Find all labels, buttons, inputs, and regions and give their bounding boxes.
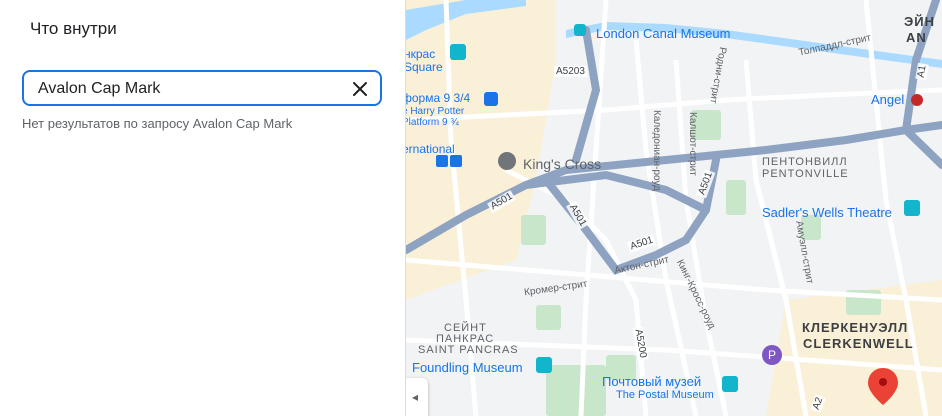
poi-square[interactable]: Square (406, 60, 443, 74)
district-clerkenwell-ru: КЛЕРКЕНУЭЛЛ (802, 320, 909, 335)
poi-foundling-museum[interactable]: Foundling Museum (412, 360, 523, 375)
district-st-pancras-en: SAINT PANCRAS (418, 344, 519, 356)
poi-national[interactable]: ernational (406, 142, 455, 156)
poi-kings-cross[interactable]: King's Cross (523, 156, 601, 172)
map-view[interactable]: London Canal Museum King's Cross Sadler'… (406, 0, 942, 416)
district-islington-en: AN (906, 30, 927, 45)
district-pentonville-en: PENTONVILLE (762, 168, 849, 180)
district-clerkenwell-en: CLERKENWELL (803, 336, 914, 351)
shop-icon[interactable] (484, 92, 498, 106)
poi-pancras-ru[interactable]: нкрас (406, 47, 435, 61)
district-pentonville-ru: ПЕНТОНВИЛЛ (762, 156, 848, 168)
museum-icon[interactable] (536, 357, 552, 373)
landmark-icon[interactable] (450, 44, 466, 60)
poi-london-canal-museum[interactable]: London Canal Museum (596, 26, 730, 41)
search-input[interactable] (38, 79, 338, 99)
theatre-icon[interactable] (904, 200, 920, 216)
poi-sadlers-wells[interactable]: Sadler's Wells Theatre (762, 205, 892, 220)
search-box[interactable] (22, 70, 382, 106)
close-icon[interactable] (350, 79, 370, 99)
poi-angel[interactable]: Angel (871, 92, 904, 107)
poi-postal-museum-ru[interactable]: Почтовый музей (602, 374, 701, 389)
street-kalshot: Калшот-стрит (687, 112, 698, 176)
no-results-message: Нет результатов по запросу Avalon Cap Ma… (22, 116, 293, 131)
chevron-left-icon: ◂ (412, 390, 419, 404)
poi-platform-en2[interactable]: Platform 9 ¾ (406, 117, 459, 128)
rail-icon (436, 155, 448, 167)
panel-title: Что внутри (30, 19, 117, 38)
street-caledonian: Каледониан-роуд (651, 110, 662, 191)
poi-platform-ru[interactable]: форма 9 3/4 (406, 91, 470, 105)
poi-platform-en1[interactable]: e Harry Potter (406, 106, 464, 117)
train-icon (450, 155, 462, 167)
road-a5203: A5203 (554, 66, 587, 77)
collapse-panel-button[interactable]: ◂ (406, 378, 428, 416)
underground-icon (911, 94, 923, 106)
station-icon[interactable] (498, 152, 516, 170)
district-islington-ru: ЭЙН (904, 14, 935, 29)
side-panel: Что внутри Нет результатов по запросу Av… (0, 0, 406, 416)
parking-icon[interactable]: P (762, 345, 782, 365)
museum-icon[interactable] (574, 24, 586, 36)
clear-search-button[interactable] (350, 79, 370, 99)
museum-icon[interactable] (722, 376, 738, 392)
poi-postal-museum-en[interactable]: The Postal Museum (616, 389, 714, 401)
